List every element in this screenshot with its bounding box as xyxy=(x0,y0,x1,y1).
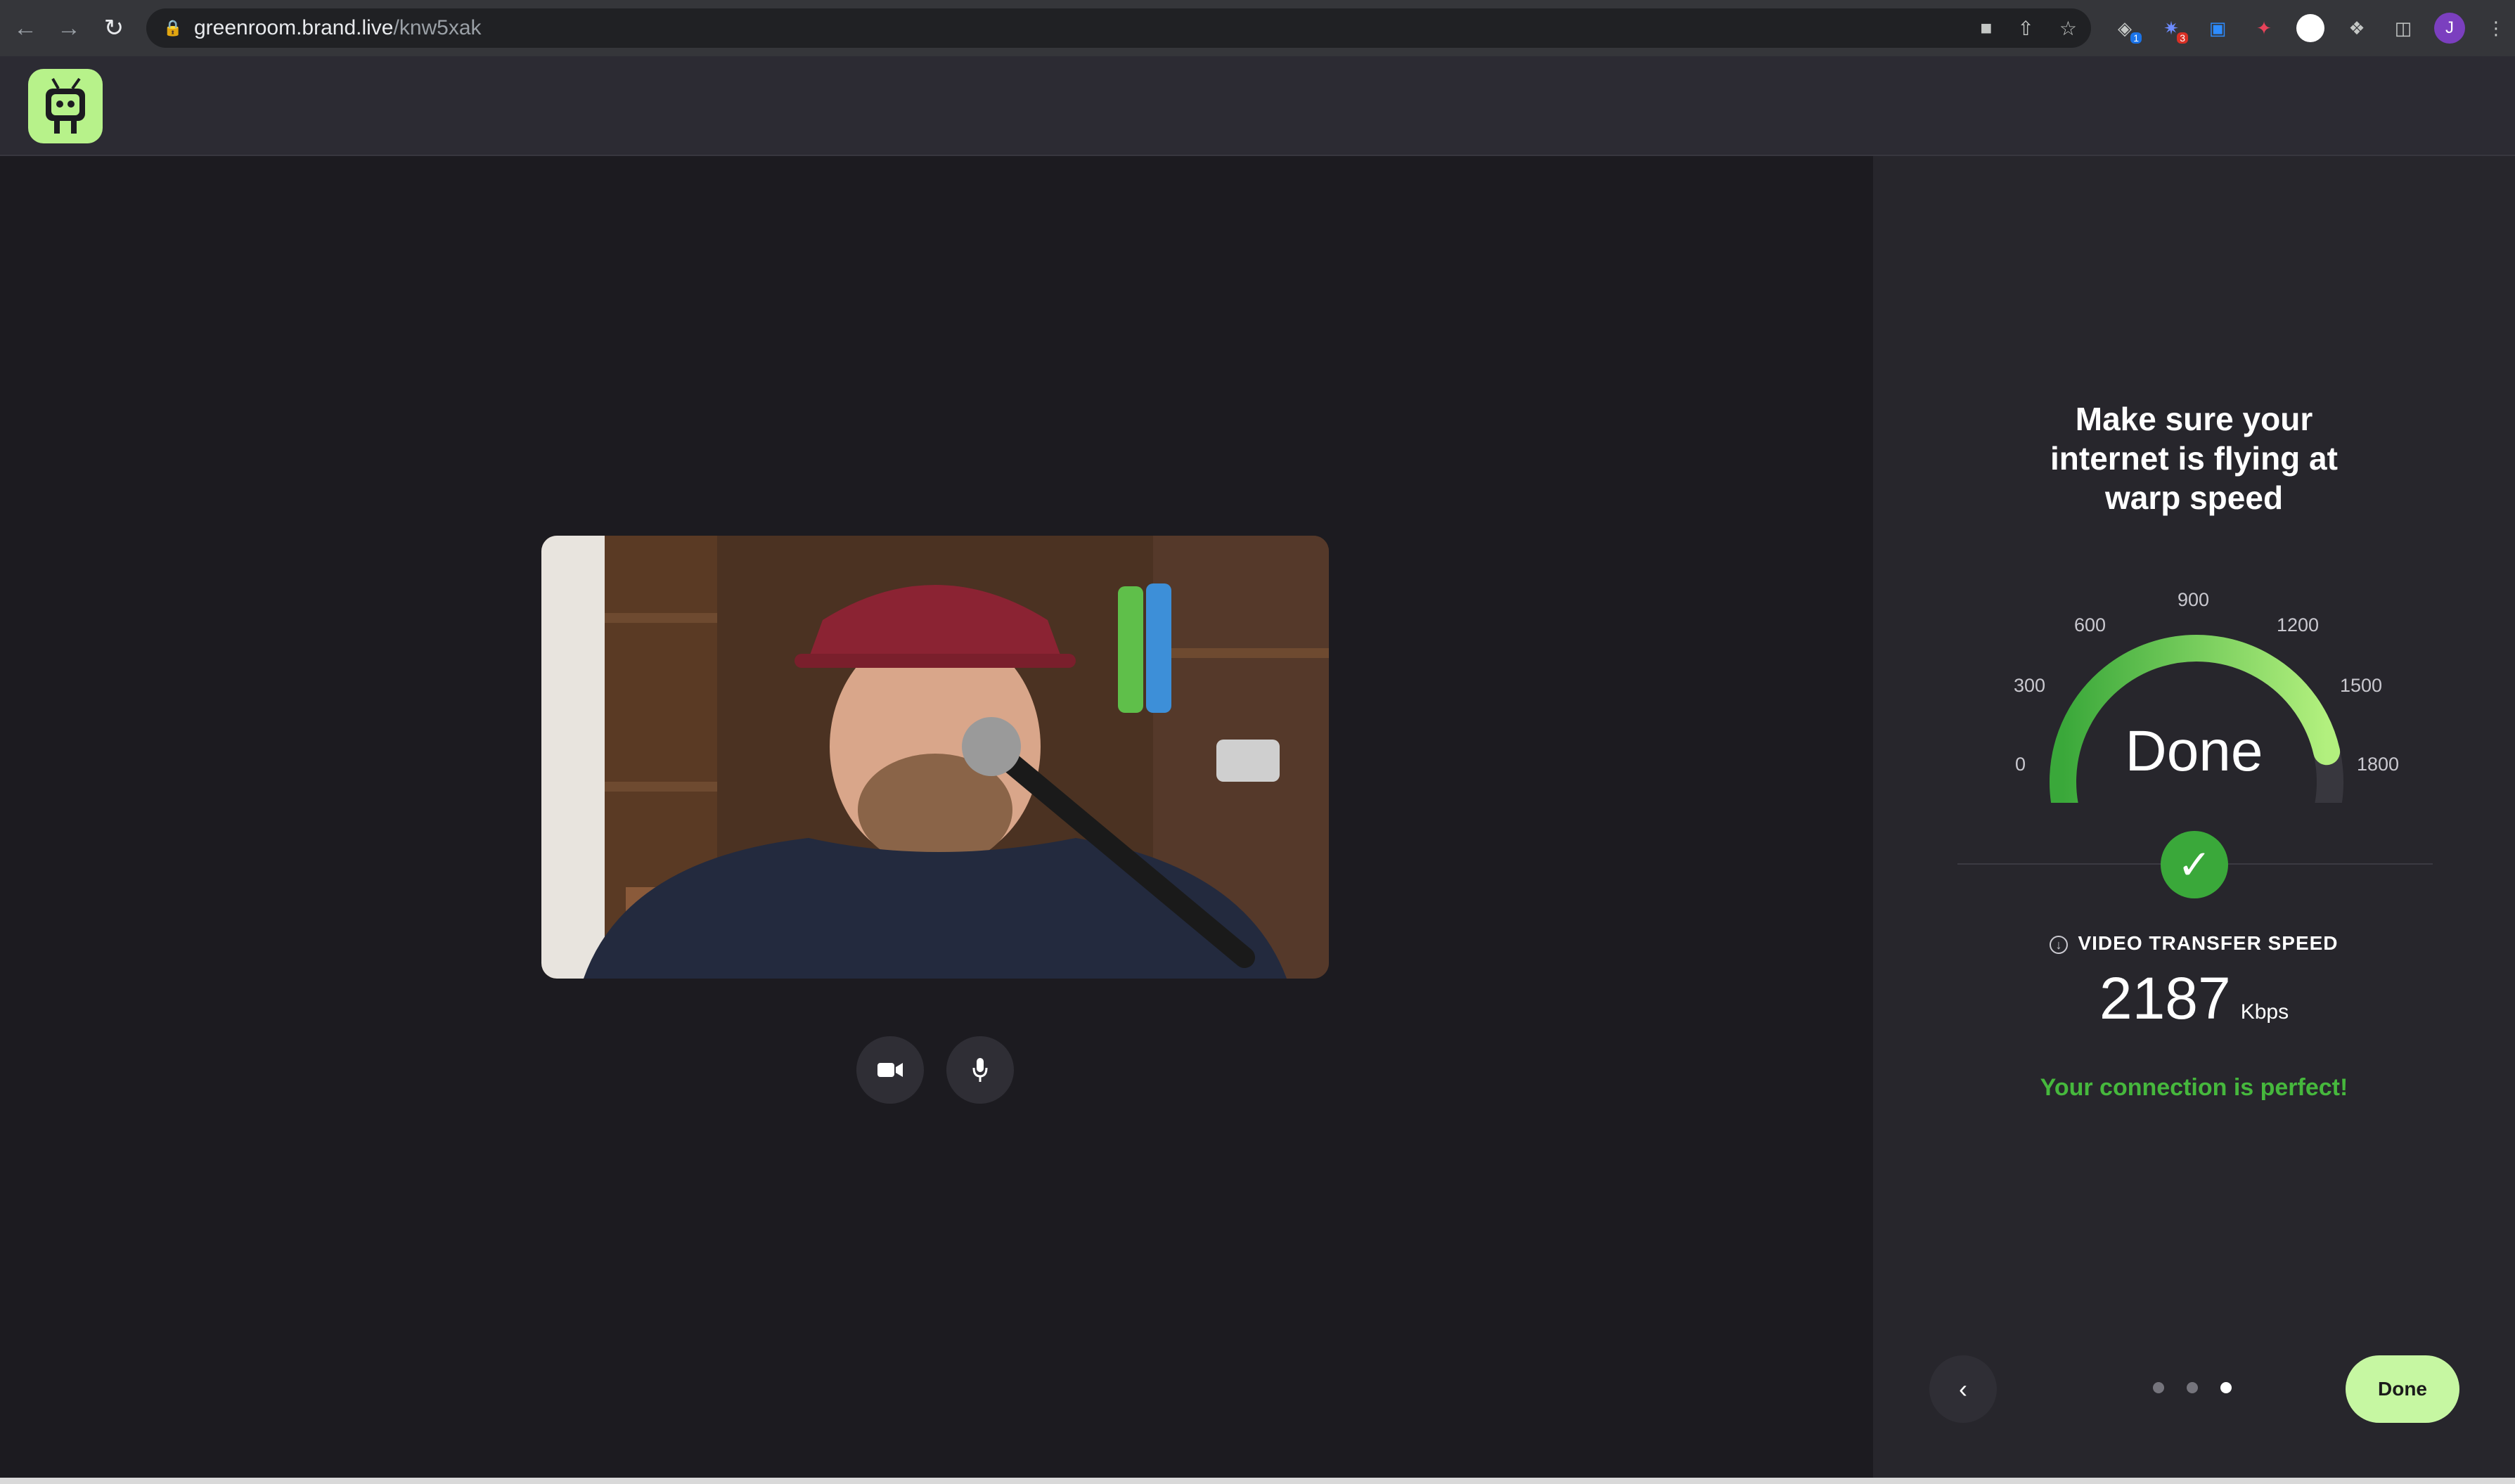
success-check-icon: ✓ xyxy=(2161,831,2228,898)
connection-status-message: Your connection is perfect! xyxy=(2040,1074,2348,1101)
share-icon[interactable]: ⇧ xyxy=(2017,17,2033,40)
tv-mascot-icon xyxy=(46,77,85,134)
webcam-video-image xyxy=(541,536,1329,979)
side-panel-icon[interactable]: ◫ xyxy=(2388,13,2419,44)
speed-test-panel: Make sure your internet is flying at war… xyxy=(1873,156,2515,1478)
previous-step-button[interactable]: ‹ xyxy=(1929,1355,1997,1423)
window-bottom-edge xyxy=(0,1478,2515,1484)
speed-unit: Kbps xyxy=(2240,1000,2289,1024)
speed-readout: 2187 Kbps xyxy=(1873,964,2515,1033)
greenroom-logo[interactable] xyxy=(28,69,103,143)
video-camera-icon xyxy=(877,1063,903,1077)
speed-value: 2187 xyxy=(2099,965,2231,1031)
panel-title: Make sure your internet is flying at war… xyxy=(2050,401,2338,516)
bookmark-star-icon[interactable]: ☆ xyxy=(2059,17,2077,40)
zoom-extension-icon[interactable]: ▣ xyxy=(2202,13,2233,44)
back-arrow-icon[interactable]: ← xyxy=(10,13,41,44)
profile-avatar[interactable]: J xyxy=(2434,13,2465,44)
step-dot xyxy=(2153,1382,2164,1393)
camera-preview xyxy=(541,536,1329,979)
forward-arrow-icon[interactable]: → xyxy=(53,13,84,44)
gauge-tick-label: 1200 xyxy=(2277,614,2320,635)
url-host: greenroom.brand.live xyxy=(194,16,394,39)
video-stage xyxy=(0,156,1873,1484)
url-path: /knw5xak xyxy=(393,16,482,39)
app-header xyxy=(0,56,2515,156)
extension-icon[interactable]: ✷ 3 xyxy=(2156,13,2188,44)
done-button[interactable]: Done xyxy=(2346,1355,2459,1423)
microphone-icon xyxy=(972,1058,988,1082)
gauge-tick-label: 1500 xyxy=(2340,675,2383,696)
camera-icon[interactable]: ■ xyxy=(1981,17,1993,39)
gauge-status-text: Done xyxy=(2125,719,2263,783)
browser-toolbar: ← → ↻ 🔒 greenroom.brand.live/knw5xak ■ ⇧… xyxy=(0,0,2515,56)
address-bar[interactable]: 🔒 greenroom.brand.live/knw5xak ■ ⇧ ☆ xyxy=(146,8,2091,48)
step-dot xyxy=(2187,1382,2198,1393)
gauge-tick-label: 900 xyxy=(2178,589,2210,610)
gauge-tick-label: 300 xyxy=(2014,675,2046,696)
camera-toggle-button[interactable] xyxy=(856,1036,924,1104)
puzzle-extensions-icon[interactable]: ❖ xyxy=(2341,13,2372,44)
extension-icon[interactable]: ✦ xyxy=(2249,13,2279,44)
download-icon: ↓ xyxy=(2050,935,2069,954)
lock-icon: 🔒 xyxy=(163,19,183,37)
step-indicator xyxy=(2153,1382,2232,1396)
microphone-toggle-button[interactable] xyxy=(946,1036,1014,1104)
chevron-left-icon: ‹ xyxy=(1959,1374,1967,1403)
gauge-tick-label: 600 xyxy=(2074,614,2106,635)
extension-icon[interactable]: ◈ 1 xyxy=(2109,13,2142,44)
menu-dots-icon[interactable]: ⋮ xyxy=(2481,13,2511,44)
speed-label: ↓ VIDEO TRANSFER SPEED xyxy=(1873,932,2515,955)
step-dot xyxy=(2220,1382,2232,1393)
extension-icon[interactable] xyxy=(2295,13,2326,44)
reload-icon[interactable]: ↻ xyxy=(98,13,129,44)
